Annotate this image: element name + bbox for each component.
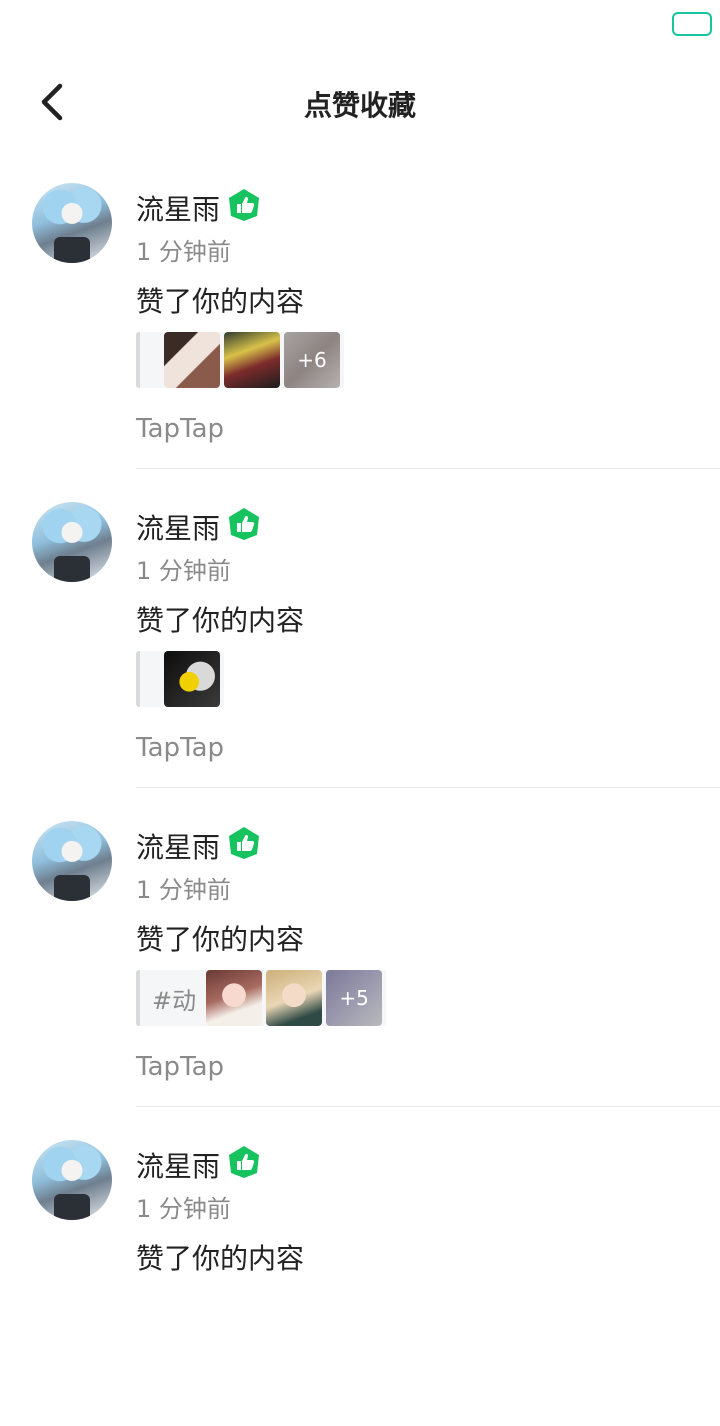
username[interactable]: 流星雨 xyxy=(136,507,220,547)
battery-icon xyxy=(672,12,712,36)
thumbs-up-badge-icon xyxy=(229,1146,259,1178)
avatar[interactable] xyxy=(32,1140,112,1220)
timestamp: 1 分钟前 xyxy=(136,1195,231,1223)
thumbnail-image xyxy=(224,332,280,388)
content-preview[interactable]: +6 xyxy=(136,332,344,388)
status-bar xyxy=(0,0,720,50)
action-text: 赞了你的内容 xyxy=(136,604,305,637)
thumbnail-image xyxy=(164,651,220,707)
source-label: TapTap xyxy=(136,733,225,763)
avatar[interactable] xyxy=(32,183,112,263)
action-text: 赞了你的内容 xyxy=(136,285,305,318)
thumbs-up-badge-icon xyxy=(229,827,259,859)
avatar[interactable] xyxy=(32,821,112,901)
username[interactable]: 流星雨 xyxy=(136,188,220,228)
thumbnail-image xyxy=(206,970,263,1026)
source-label: TapTap xyxy=(136,1052,225,1082)
action-text: 赞了你的内容 xyxy=(136,1242,305,1275)
action-text: 赞了你的内容 xyxy=(136,923,305,956)
notification-list: 流星雨 1 分钟前 赞了你的内容 +6 TapTap 流星雨 1 分钟前 赞了你… xyxy=(0,150,720,1426)
list-item[interactable]: 流星雨 1 分钟前 赞了你的内容 TapTap xyxy=(0,469,720,788)
username[interactable]: 流星雨 xyxy=(136,826,220,866)
avatar[interactable] xyxy=(32,502,112,582)
header: 点赞收藏 xyxy=(0,60,720,150)
more-count: +5 xyxy=(326,970,383,1026)
source-label: TapTap xyxy=(136,414,225,444)
thumbnail-image: +6 xyxy=(284,332,340,388)
content-preview[interactable] xyxy=(136,651,224,707)
content-preview[interactable]: #动 +5 xyxy=(136,970,387,1026)
more-count: +6 xyxy=(284,332,340,388)
topic-tag: #动 xyxy=(152,986,197,1015)
list-item[interactable]: 流星雨 1 分钟前 赞了你的内容 #动 +5 TapTap xyxy=(0,788,720,1107)
timestamp: 1 分钟前 xyxy=(136,876,231,904)
list-item[interactable]: 流星雨 1 分钟前 赞了你的内容 +6 TapTap xyxy=(0,150,720,469)
thumbs-up-badge-icon xyxy=(229,508,259,540)
page-title: 点赞收藏 xyxy=(303,89,416,122)
thumbnail-image: +5 xyxy=(326,970,383,1026)
thumbnail-image xyxy=(164,332,220,388)
list-item[interactable]: 流星雨 1 分钟前 赞了你的内容 xyxy=(0,1107,720,1426)
thumbs-up-badge-icon xyxy=(229,189,259,221)
thumbnail-image xyxy=(266,970,323,1026)
timestamp: 1 分钟前 xyxy=(136,238,231,266)
username[interactable]: 流星雨 xyxy=(136,1145,220,1185)
timestamp: 1 分钟前 xyxy=(136,557,231,585)
